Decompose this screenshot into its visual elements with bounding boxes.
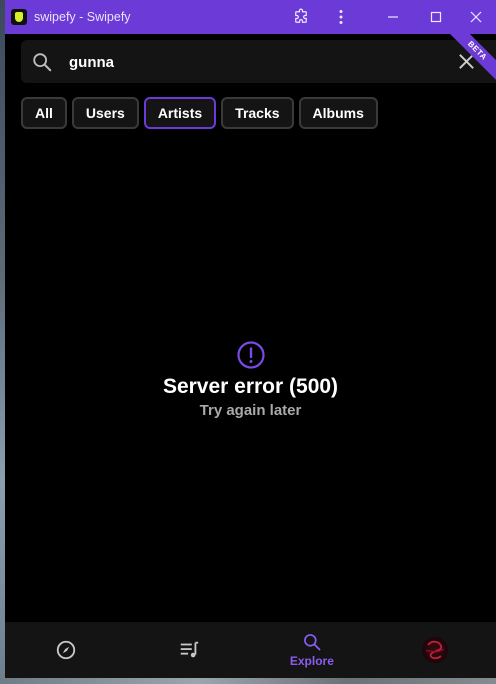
more-vert-icon[interactable] [321, 0, 361, 34]
minimize-icon[interactable] [373, 0, 413, 34]
nav-queue[interactable] [128, 622, 251, 678]
search-input[interactable] [69, 48, 429, 76]
beta-ribbon-container: BETA [431, 34, 496, 84]
nav-explore-label: Explore [289, 654, 334, 668]
title-bar[interactable]: swipefy - Swipefy [5, 0, 496, 34]
filter-tracks[interactable]: Tracks [221, 97, 294, 129]
filter-chips: All Users Artists Tracks Albums [21, 97, 378, 129]
alert-circle-icon [236, 341, 265, 369]
error-title: Server error (500) [162, 375, 339, 398]
app-window: swipefy - Swipefy BETA All Users Artis [5, 0, 496, 678]
maximize-icon[interactable] [416, 0, 456, 34]
queue-music-icon [180, 641, 199, 658]
filter-users[interactable]: Users [71, 97, 139, 129]
avatar [421, 637, 448, 663]
bottom-navigation: Explore [5, 622, 496, 678]
error-subtitle: Try again later [199, 402, 302, 419]
close-icon[interactable] [456, 0, 496, 34]
extension-icon[interactable] [281, 0, 321, 34]
error-message: Server error (500) Try again later [5, 340, 496, 419]
compass-icon [57, 640, 76, 660]
nav-discover[interactable] [5, 622, 128, 678]
search-bar[interactable] [21, 40, 496, 83]
beta-badge: BETA [440, 34, 496, 84]
nav-explore[interactable]: Explore [251, 622, 374, 678]
filter-albums[interactable]: Albums [298, 97, 378, 129]
nav-profile[interactable] [373, 622, 496, 678]
app-logo-icon [11, 9, 27, 25]
search-icon [303, 634, 321, 651]
search-icon [31, 51, 53, 78]
desktop-background-bottom [0, 678, 496, 684]
window-title: swipefy - Swipefy [34, 10, 131, 24]
filter-artists[interactable]: Artists [143, 97, 217, 129]
filter-all[interactable]: All [21, 97, 67, 129]
